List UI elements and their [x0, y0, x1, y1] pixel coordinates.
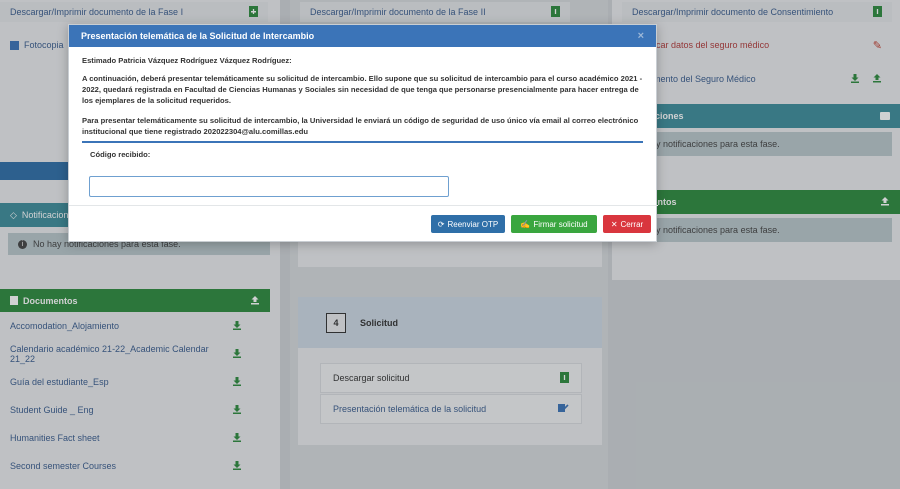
refresh-icon: ⟳ [437, 219, 445, 229]
modal-header: Presentación telemática de la Solicitud … [69, 25, 656, 47]
otp-modal: Presentación telemática de la Solicitud … [68, 24, 658, 242]
intro-paragraph: A continuación, deberá presentar telemát… [82, 74, 643, 105]
code-label: Código recibido: [90, 150, 151, 159]
modal-title: Presentación telemática de la Solicitud … [81, 31, 315, 41]
sign-request-button[interactable]: ✍ Firmar solicitud [511, 215, 597, 233]
modal-body: Estimado Patricia Vázquez Rodríguez Vázq… [69, 47, 656, 197]
code-input[interactable] [89, 176, 449, 197]
otp-paragraph: Para presentar telemáticamente su solici… [82, 116, 639, 136]
greeting-text: Estimado Patricia Vázquez Rodríguez Vázq… [82, 56, 292, 65]
separator [82, 141, 643, 143]
resend-otp-button[interactable]: ⟳ Reenviar OTP [431, 215, 505, 233]
close-icon[interactable]: × [638, 30, 644, 42]
modal-footer-line [69, 205, 658, 206]
sign-icon: ✍ [520, 219, 531, 229]
close-button[interactable]: ✕ Cerrar [603, 215, 651, 233]
times-icon: ✕ [610, 219, 618, 229]
